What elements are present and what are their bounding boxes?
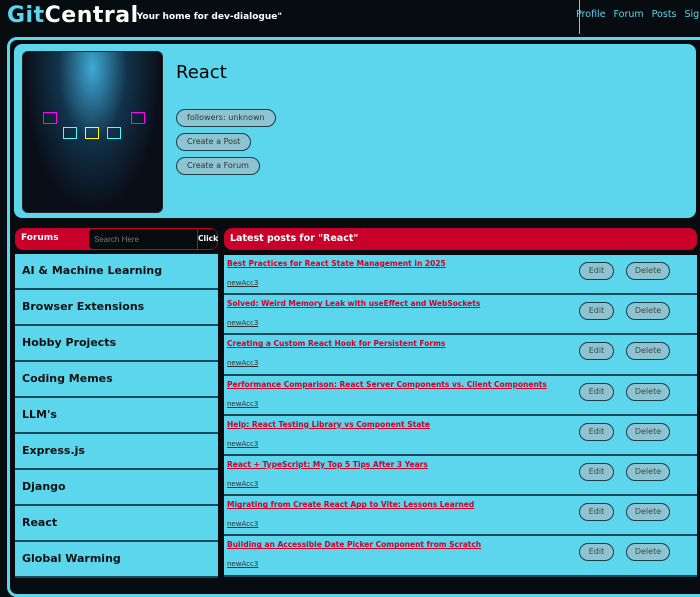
forum-item[interactable]: Express.js <box>15 434 218 470</box>
post-row: Performance Comparison: React Server Com… <box>224 376 697 416</box>
post-author-link[interactable]: newAcc3 <box>227 400 258 408</box>
edit-button[interactable]: Edit <box>579 342 614 360</box>
delete-button[interactable]: Delete <box>626 262 670 280</box>
forum-item[interactable]: Django <box>15 470 218 506</box>
post-row: Best Practices for React State Managemen… <box>224 255 697 295</box>
forum-list: AI & Machine Learning Browser Extensions… <box>15 254 218 578</box>
nav-forum[interactable]: Forum <box>614 9 644 20</box>
create-post-button[interactable]: Create a Post <box>176 133 251 151</box>
post-title-link[interactable]: Building an Accessible Date Picker Compo… <box>227 540 481 549</box>
post-row: Migrating from Create React App to Vite:… <box>224 496 697 536</box>
search-input[interactable] <box>89 229 197 249</box>
delete-button[interactable]: Delete <box>626 383 670 401</box>
delete-button[interactable]: Delete <box>626 463 670 481</box>
edit-button[interactable]: Edit <box>579 503 614 521</box>
nav-posts[interactable]: Posts <box>652 9 677 20</box>
post-title-link[interactable]: Performance Comparison: React Server Com… <box>227 380 547 389</box>
post-list: Best Practices for React State Managemen… <box>224 255 697 577</box>
post-row: React + TypeScript: My Top 5 Tips After … <box>224 456 697 496</box>
forums-header: Forums Click <box>15 228 218 250</box>
forum-item[interactable]: Hobby Projects <box>15 326 218 362</box>
nav-sign-out[interactable]: Sign Out <box>685 9 700 20</box>
post-row: Solved: Weird Memory Leak with useEffect… <box>224 295 697 335</box>
post-author-link[interactable]: newAcc3 <box>227 520 258 528</box>
posts-title: Latest posts for "React" <box>230 233 358 244</box>
tagline: "Your home for dev-dialogue" <box>132 12 282 22</box>
edit-button[interactable]: Edit <box>579 543 614 561</box>
forum-item[interactable]: AI & Machine Learning <box>15 254 218 290</box>
post-title-link[interactable]: Best Practices for React State Managemen… <box>227 259 446 268</box>
delete-button[interactable]: Delete <box>626 423 670 441</box>
posts-header: Latest posts for "React" <box>224 228 697 250</box>
followers-badge: followers: unknown <box>176 109 276 127</box>
delete-button[interactable]: Delete <box>626 503 670 521</box>
edit-button[interactable]: Edit <box>579 383 614 401</box>
profile-image <box>22 51 163 213</box>
forums-title: Forums <box>21 233 59 243</box>
edit-button[interactable]: Edit <box>579 302 614 320</box>
search-button[interactable]: Click <box>198 229 217 249</box>
forum-item[interactable]: React <box>15 506 218 542</box>
post-title-link[interactable]: Migrating from Create React App to Vite:… <box>227 500 474 509</box>
edit-button[interactable]: Edit <box>579 423 614 441</box>
logo[interactable]: GitCentral <box>7 3 139 28</box>
post-author-link[interactable]: newAcc3 <box>227 319 258 327</box>
delete-button[interactable]: Delete <box>626 302 670 320</box>
profile-card: React followers: unknown Create a Post C… <box>14 44 696 218</box>
forum-name: React <box>176 62 227 83</box>
forum-item[interactable]: LLM's <box>15 398 218 434</box>
post-author-link[interactable]: newAcc3 <box>227 440 258 448</box>
header: GitCentral "Your home for dev-dialogue" … <box>0 0 700 34</box>
post-title-link[interactable]: React + TypeScript: My Top 5 Tips After … <box>227 460 428 469</box>
forum-item[interactable]: Global Warming <box>15 542 218 578</box>
post-row: Building an Accessible Date Picker Compo… <box>224 536 697 576</box>
forum-item[interactable]: Coding Memes <box>15 362 218 398</box>
delete-button[interactable]: Delete <box>626 342 670 360</box>
delete-button[interactable]: Delete <box>626 543 670 561</box>
post-title-link[interactable]: Solved: Weird Memory Leak with useEffect… <box>227 299 480 308</box>
post-author-link[interactable]: newAcc3 <box>227 560 258 568</box>
forum-item[interactable]: Browser Extensions <box>15 290 218 326</box>
post-author-link[interactable]: newAcc3 <box>227 359 258 367</box>
create-forum-button[interactable]: Create a Forum <box>176 157 260 175</box>
edit-button[interactable]: Edit <box>579 463 614 481</box>
post-title-link[interactable]: Creating a Custom React Hook for Persist… <box>227 339 445 348</box>
post-row: Help: React Testing Library vs Component… <box>224 416 697 456</box>
edit-button[interactable]: Edit <box>579 262 614 280</box>
post-row: Creating a Custom React Hook for Persist… <box>224 335 697 375</box>
nav-profile[interactable]: Profile <box>576 9 606 20</box>
nav: Profile Forum Posts Sign Out <box>576 9 700 20</box>
post-author-link[interactable]: newAcc3 <box>227 279 258 287</box>
post-title-link[interactable]: Help: React Testing Library vs Component… <box>227 420 430 429</box>
post-author-link[interactable]: newAcc3 <box>227 480 258 488</box>
